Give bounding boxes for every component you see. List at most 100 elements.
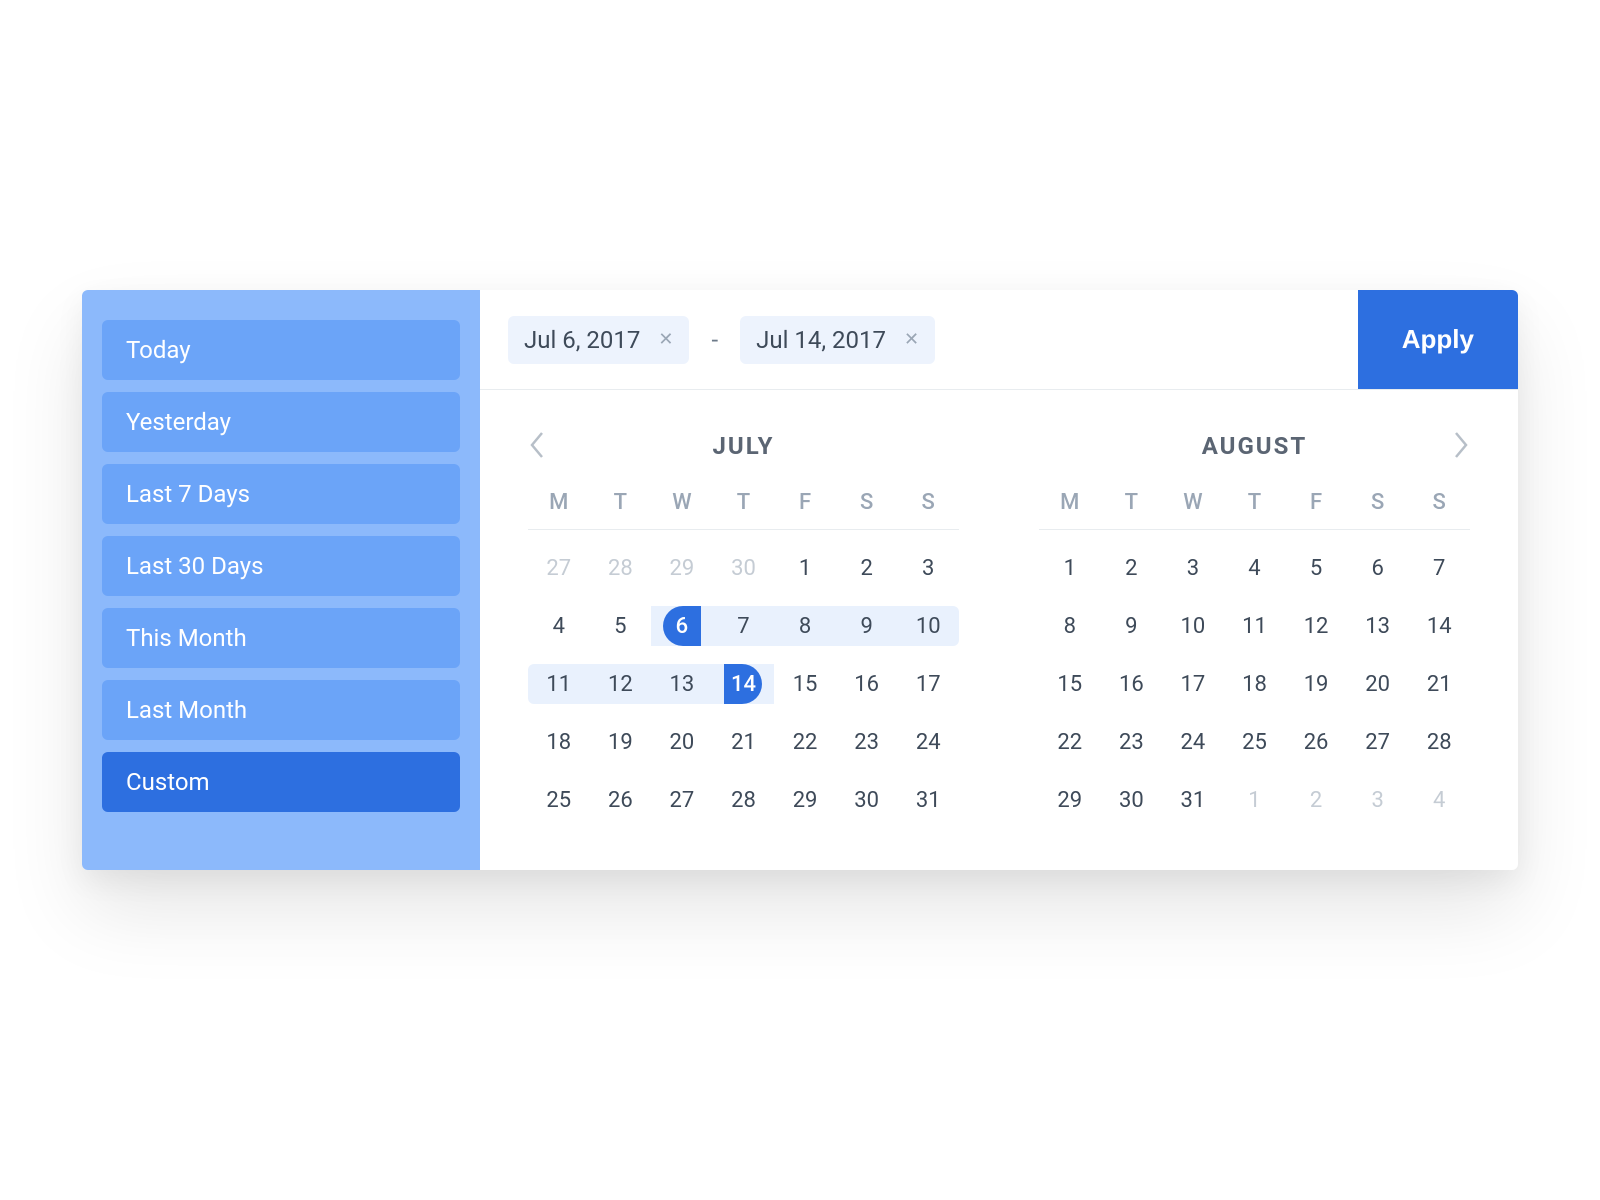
calendar-day[interactable]: 25 xyxy=(1224,722,1286,762)
calendar-day[interactable]: 13 xyxy=(1347,606,1409,646)
calendar-day[interactable]: 29 xyxy=(1039,780,1101,820)
calendar-day[interactable]: 21 xyxy=(1408,664,1470,704)
calendar-day[interactable]: 1 xyxy=(774,548,836,588)
preset-custom[interactable]: Custom xyxy=(102,752,460,812)
weekday-label: M xyxy=(1039,490,1101,515)
prev-month-icon[interactable] xyxy=(528,430,546,464)
calendar-day[interactable]: 1 xyxy=(1039,548,1101,588)
weekday-label: W xyxy=(651,490,713,515)
calendar-day[interactable]: 30 xyxy=(713,548,775,588)
calendar-day[interactable]: 31 xyxy=(1162,780,1224,820)
calendar-day[interactable]: 3 xyxy=(1347,780,1409,820)
calendar-day[interactable]: 15 xyxy=(774,664,836,704)
calendar-day[interactable]: 6 xyxy=(651,606,713,646)
clear-start-icon[interactable]: ✕ xyxy=(658,329,673,350)
calendar-day[interactable]: 15 xyxy=(1039,664,1101,704)
calendar-day[interactable]: 5 xyxy=(1285,548,1347,588)
calendar-day[interactable]: 1 xyxy=(1224,780,1286,820)
calendar-day[interactable]: 3 xyxy=(897,548,959,588)
calendar-day[interactable]: 24 xyxy=(897,722,959,762)
end-date-chip[interactable]: Jul 14, 2017 ✕ xyxy=(740,316,935,364)
weekday-label: M xyxy=(528,490,590,515)
calendar-day[interactable]: 13 xyxy=(651,664,713,704)
calendar-day[interactable]: 23 xyxy=(1101,722,1163,762)
calendar-day[interactable]: 5 xyxy=(590,606,652,646)
calendar-day[interactable]: 27 xyxy=(528,548,590,588)
calendar-day[interactable]: 6 xyxy=(1347,548,1409,588)
preset-yesterday[interactable]: Yesterday xyxy=(102,392,460,452)
start-date-chip[interactable]: Jul 6, 2017 ✕ xyxy=(508,316,689,364)
preset-last-month[interactable]: Last Month xyxy=(102,680,460,740)
weekday-label: S xyxy=(836,490,898,515)
calendar-day[interactable]: 19 xyxy=(590,722,652,762)
calendar-day[interactable]: 4 xyxy=(1224,548,1286,588)
calendar-day[interactable]: 20 xyxy=(1347,664,1409,704)
calendar-day[interactable]: 14 xyxy=(1408,606,1470,646)
calendar-day[interactable]: 11 xyxy=(528,664,590,704)
calendar-day[interactable]: 8 xyxy=(774,606,836,646)
calendar-day[interactable]: 18 xyxy=(1224,664,1286,704)
calendar-day[interactable]: 29 xyxy=(774,780,836,820)
calendar-day[interactable]: 11 xyxy=(1224,606,1286,646)
calendar-august: AUGUSTMTWTFSS123456789101112131415161718… xyxy=(1039,426,1470,820)
preset-this-month[interactable]: This Month xyxy=(102,608,460,668)
calendar-day[interactable]: 28 xyxy=(1408,722,1470,762)
calendar-day[interactable]: 4 xyxy=(1408,780,1470,820)
weekday-label: F xyxy=(1285,490,1347,515)
calendar-day[interactable]: 24 xyxy=(1162,722,1224,762)
calendar-day[interactable]: 21 xyxy=(713,722,775,762)
calendar-day[interactable]: 12 xyxy=(590,664,652,704)
calendar-day[interactable]: 29 xyxy=(651,548,713,588)
preset-last-7-days[interactable]: Last 7 Days xyxy=(102,464,460,524)
calendar-day[interactable]: 9 xyxy=(1101,606,1163,646)
calendar-day[interactable]: 17 xyxy=(897,664,959,704)
calendar-day[interactable]: 16 xyxy=(1101,664,1163,704)
calendar-day-number: 24 xyxy=(916,730,941,755)
calendar-day-number: 18 xyxy=(546,730,571,755)
calendar-day-number: 13 xyxy=(1365,614,1390,639)
calendar-day[interactable]: 2 xyxy=(836,548,898,588)
calendar-day[interactable]: 28 xyxy=(713,780,775,820)
calendar-day[interactable]: 3 xyxy=(1162,548,1224,588)
apply-button[interactable]: Apply xyxy=(1358,290,1518,389)
calendar-day[interactable]: 2 xyxy=(1285,780,1347,820)
calendar-day-number: 31 xyxy=(1181,788,1206,813)
calendar-day[interactable]: 28 xyxy=(590,548,652,588)
calendar-day[interactable]: 17 xyxy=(1162,664,1224,704)
calendar-day[interactable]: 10 xyxy=(1162,606,1224,646)
calendar-day[interactable]: 14 xyxy=(713,664,775,704)
calendar-day[interactable]: 16 xyxy=(836,664,898,704)
calendar-day-number: 27 xyxy=(546,556,571,581)
calendar-day-number: 12 xyxy=(1304,614,1329,639)
calendar-day[interactable]: 10 xyxy=(897,606,959,646)
calendar-day-number: 2 xyxy=(1125,556,1137,581)
calendar-day[interactable]: 4 xyxy=(528,606,590,646)
calendar-day[interactable]: 27 xyxy=(1347,722,1409,762)
calendar-day[interactable]: 7 xyxy=(1408,548,1470,588)
calendar-day[interactable]: 26 xyxy=(590,780,652,820)
calendar-day[interactable]: 25 xyxy=(528,780,590,820)
preset-last-30-days[interactable]: Last 30 Days xyxy=(102,536,460,596)
calendar-day[interactable]: 2 xyxy=(1101,548,1163,588)
calendar-day[interactable]: 31 xyxy=(897,780,959,820)
calendar-day-number: 8 xyxy=(1064,614,1076,639)
calendar-day[interactable]: 20 xyxy=(651,722,713,762)
calendar-day[interactable]: 23 xyxy=(836,722,898,762)
calendar-day[interactable]: 30 xyxy=(836,780,898,820)
calendar-day[interactable]: 12 xyxy=(1285,606,1347,646)
picker-topbar: Jul 6, 2017 ✕ - Jul 14, 2017 ✕ Apply xyxy=(480,290,1518,390)
calendar-day[interactable]: 8 xyxy=(1039,606,1101,646)
next-month-icon[interactable] xyxy=(1452,430,1470,464)
calendar-day[interactable]: 30 xyxy=(1101,780,1163,820)
calendar-day[interactable]: 7 xyxy=(713,606,775,646)
calendar-day[interactable]: 18 xyxy=(528,722,590,762)
calendar-day-number: 16 xyxy=(1119,672,1144,697)
clear-end-icon[interactable]: ✕ xyxy=(904,329,919,350)
calendar-day[interactable]: 26 xyxy=(1285,722,1347,762)
calendar-day[interactable]: 22 xyxy=(1039,722,1101,762)
calendar-day[interactable]: 19 xyxy=(1285,664,1347,704)
calendar-day[interactable]: 9 xyxy=(836,606,898,646)
calendar-day[interactable]: 22 xyxy=(774,722,836,762)
preset-today[interactable]: Today xyxy=(102,320,460,380)
calendar-day[interactable]: 27 xyxy=(651,780,713,820)
